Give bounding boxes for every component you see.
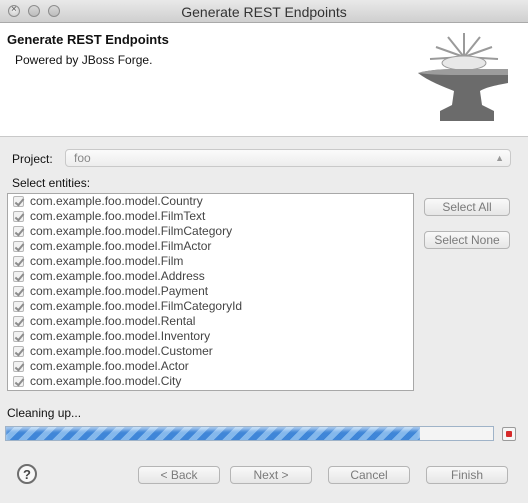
entity-label: com.example.foo.model.FilmText [30, 209, 206, 223]
entity-checkbox[interactable] [13, 286, 24, 297]
banner-subtitle: Powered by JBoss Forge. [15, 53, 153, 67]
entities-label: Select entities: [12, 176, 91, 190]
next-button[interactable]: Next > [230, 466, 312, 484]
entity-checkbox[interactable] [13, 346, 24, 357]
select-all-button[interactable]: Select All [424, 198, 510, 216]
window-title: Generate REST Endpoints [181, 4, 347, 20]
anvil-icon [418, 33, 508, 121]
entity-checkbox[interactable] [13, 301, 24, 312]
entity-row[interactable]: com.example.foo.model.Film [8, 254, 413, 269]
entity-label: com.example.foo.model.FilmCategoryId [30, 299, 243, 313]
entity-checkbox[interactable] [13, 226, 24, 237]
entity-row[interactable]: com.example.foo.model.FilmActor [8, 239, 413, 254]
entity-checkbox[interactable] [13, 196, 24, 207]
entity-row[interactable]: com.example.foo.model.FilmCategory [8, 224, 413, 239]
entity-row[interactable]: com.example.foo.model.Rental [8, 314, 413, 329]
entity-label: com.example.foo.model.Customer [30, 344, 213, 358]
entity-row[interactable]: com.example.foo.model.FilmCategoryId [8, 299, 413, 314]
entity-row[interactable]: com.example.foo.model.City [8, 374, 413, 389]
entity-label: com.example.foo.model.FilmCategory [30, 224, 233, 238]
entity-checkbox[interactable] [13, 331, 24, 342]
back-button[interactable]: < Back [138, 466, 220, 484]
entity-row[interactable]: com.example.foo.model.FilmText [8, 209, 413, 224]
entity-row[interactable]: com.example.foo.model.Payment [8, 284, 413, 299]
entity-label: com.example.foo.model.Payment [30, 284, 209, 298]
entity-checkbox[interactable] [13, 271, 24, 282]
project-select[interactable]: foo ▲ [65, 149, 511, 167]
entity-checkbox[interactable] [13, 376, 24, 387]
entity-row[interactable]: com.example.foo.model.Actor [8, 359, 413, 374]
entity-list[interactable]: com.example.foo.model.Country com.example… [7, 193, 414, 391]
project-label: Project: [12, 152, 53, 166]
progress-fill [6, 427, 420, 440]
entity-row[interactable]: com.example.foo.model.Customer [8, 344, 413, 359]
select-none-button[interactable]: Select None [424, 231, 510, 249]
title-bar: × Generate REST Endpoints [0, 0, 528, 23]
help-button[interactable]: ? [17, 464, 37, 484]
stop-button[interactable] [502, 427, 516, 441]
entity-row[interactable]: com.example.foo.model.Inventory [8, 329, 413, 344]
updown-arrows-icon: ▲ [495, 153, 504, 163]
project-value: foo [74, 151, 91, 165]
entity-checkbox[interactable] [13, 241, 24, 252]
status-text: Cleaning up... [7, 406, 82, 420]
entity-checkbox[interactable] [13, 316, 24, 327]
entity-label: com.example.foo.model.FilmActor [30, 239, 212, 253]
progress-bar [5, 426, 494, 441]
wizard-banner: Generate REST Endpoints Powered by JBoss… [0, 23, 528, 137]
entity-label: com.example.foo.model.Actor [30, 359, 189, 373]
entity-checkbox[interactable] [13, 361, 24, 372]
entity-label: com.example.foo.model.Inventory [30, 329, 211, 343]
finish-button[interactable]: Finish [426, 466, 508, 484]
entity-label: com.example.foo.model.Address [30, 269, 205, 283]
entity-checkbox[interactable] [13, 256, 24, 267]
entity-row[interactable]: com.example.foo.model.Address [8, 269, 413, 284]
cancel-button[interactable]: Cancel [328, 466, 410, 484]
entity-label: com.example.foo.model.Film [30, 254, 184, 268]
entity-label: com.example.foo.model.Country [30, 194, 203, 208]
entity-row[interactable]: com.example.foo.model.Country [8, 194, 413, 209]
entity-label: com.example.foo.model.City [30, 374, 182, 388]
entity-label: com.example.foo.model.Rental [30, 314, 196, 328]
banner-title: Generate REST Endpoints [7, 32, 169, 47]
entity-checkbox[interactable] [13, 211, 24, 222]
